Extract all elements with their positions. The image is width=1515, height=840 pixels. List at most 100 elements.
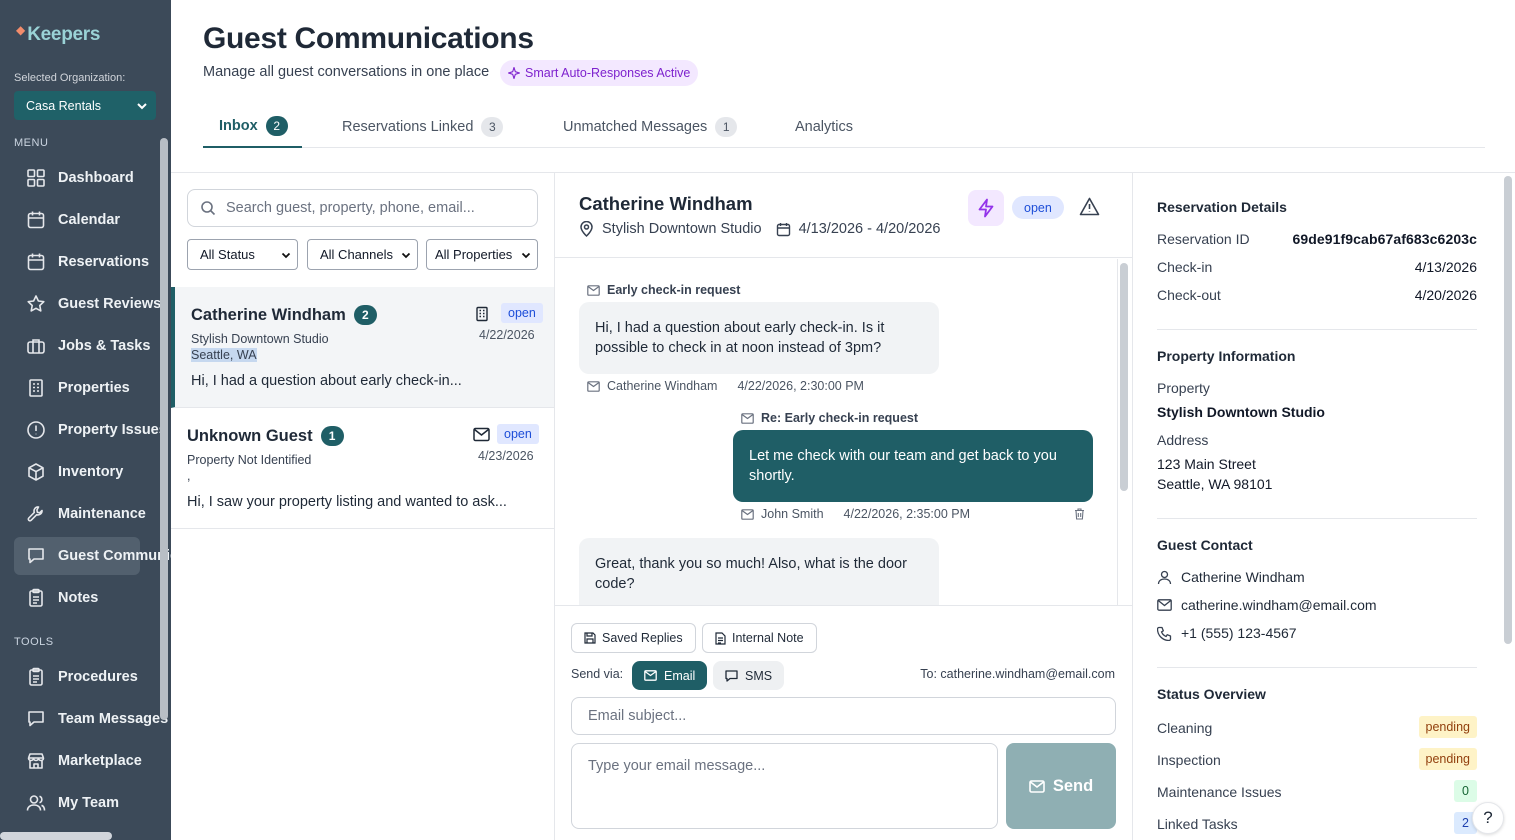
saved-replies-button[interactable]: Saved Replies — [571, 623, 696, 653]
sidebar-item-label: Calendar — [58, 212, 121, 228]
sidebar-item-reservations[interactable]: Reservations — [14, 243, 159, 281]
search-input[interactable] — [226, 200, 526, 216]
tab-count: 3 — [481, 116, 504, 137]
sidebar-item-dashboard[interactable]: Dashboard — [14, 159, 159, 197]
status-overview-title: Status Overview — [1157, 686, 1266, 702]
org-label: Selected Organization: — [14, 72, 126, 84]
message-body-input[interactable] — [571, 743, 998, 829]
contact-phone[interactable]: +1 (555) 123-4567 — [1157, 625, 1297, 641]
sidebar-item-notes[interactable]: Notes — [14, 579, 159, 617]
brand-logo[interactable]: ◆ Keepers — [16, 23, 100, 46]
calendar-icon — [776, 222, 790, 236]
chevron-down-icon — [137, 102, 147, 109]
property-name: Stylish Downtown Studio — [191, 332, 329, 346]
property-value: Stylish Downtown Studio — [1157, 404, 1325, 420]
sidebar-horizontal-scrollbar[interactable] — [0, 832, 112, 840]
sidebar-item-properties[interactable]: Properties — [14, 369, 159, 407]
briefcase-icon — [27, 339, 45, 354]
star-icon — [27, 295, 45, 312]
sidebar-item-marketplace[interactable]: Marketplace — [14, 742, 159, 780]
status-badge[interactable]: open — [1012, 196, 1064, 219]
contact-name: Catherine Windham — [1157, 569, 1305, 585]
channel-filter[interactable]: All Channels — [307, 239, 418, 270]
channel-email-button[interactable]: Email — [632, 661, 708, 690]
property-label: Property — [1157, 380, 1210, 396]
email-subject-input[interactable] — [571, 697, 1116, 735]
guest-name: Unknown Guest — [187, 426, 313, 445]
sidebar-item-label: My Team — [58, 795, 119, 811]
message-thread[interactable]: Early check-in request Hi, I had a quest… — [555, 259, 1132, 606]
sidebar-item-guest-reviews[interactable]: Guest Reviews — [14, 285, 162, 323]
tab-reservations-linked[interactable]: Reservations Linked 3 — [326, 106, 519, 147]
conversation-panel: Catherine Windham Stylish Downtown Studi… — [555, 173, 1133, 840]
checkout-value: 4/20/2026 — [1414, 287, 1477, 303]
tab-analytics[interactable]: Analytics — [779, 106, 869, 147]
thread-scrollbar[interactable] — [1120, 263, 1128, 491]
sidebar-item-guest-communications[interactable]: Guest Communications — [14, 537, 171, 575]
contact-email[interactable]: catherine.windham@email.com — [1157, 597, 1377, 613]
building-icon — [476, 306, 488, 322]
sidebar-item-my-team[interactable]: My Team — [14, 784, 159, 822]
search-box[interactable] — [187, 189, 538, 227]
message-subject-text: Early check-in request — [607, 283, 741, 297]
channel-sms-button[interactable]: SMS — [713, 661, 785, 690]
mail-icon — [473, 427, 490, 442]
auto-response-button[interactable] — [968, 190, 1004, 226]
sidebar-item-label: Properties — [58, 380, 130, 396]
internal-note-button[interactable]: Internal Note — [702, 623, 817, 653]
status-filter[interactable]: All Status — [187, 239, 298, 270]
clipboard-icon — [29, 667, 43, 686]
org-select[interactable]: Casa Rentals — [14, 91, 156, 120]
message-footer: John Smith 4/22/2026, 2:35:00 PM — [741, 507, 970, 521]
sidebar-item-label: Inventory — [58, 464, 124, 480]
message-icon — [28, 548, 44, 564]
conversation-item[interactable]: Catherine Windham 2 Stylish Downtown Stu… — [171, 287, 554, 408]
report-issue-button[interactable] — [1079, 197, 1100, 216]
sidebar: ◆ Keepers Selected Organization: Casa Re… — [0, 0, 171, 840]
tab-count: 2 — [265, 116, 288, 136]
conversation-guest-name: Catherine Windham — [579, 193, 753, 214]
users-icon — [26, 795, 46, 811]
status-label-linked-tasks: Linked Tasks — [1157, 816, 1238, 832]
document-icon — [715, 631, 726, 645]
details-scrollbar[interactable] — [1504, 176, 1512, 644]
conversation-property: Stylish Downtown Studio — [191, 332, 329, 346]
tab-inbox[interactable]: Inbox 2 — [203, 106, 302, 148]
wrench-icon — [27, 506, 43, 522]
sidebar-item-inventory[interactable]: Inventory — [14, 453, 159, 491]
message-sender: John Smith — [761, 507, 824, 521]
mail-icon — [741, 412, 754, 424]
sidebar-item-calendar[interactable]: Calendar — [14, 201, 159, 239]
message-count: 1 — [320, 426, 344, 446]
sidebar-scrollbar[interactable] — [160, 138, 168, 720]
building-icon — [29, 379, 43, 397]
sidebar-item-property-issues[interactable]: Property Issues — [14, 411, 167, 449]
page-title: Guest Communications — [203, 22, 534, 55]
count-badge: 0 — [1454, 780, 1477, 802]
trash-icon[interactable] — [1074, 508, 1085, 520]
tab-unmatched-messages[interactable]: Unmatched Messages 1 — [547, 106, 753, 147]
conversation-guest-name: Catherine Windham 2 — [191, 305, 377, 325]
help-button[interactable]: ? — [1472, 802, 1504, 834]
property-filter[interactable]: All Properties — [426, 239, 538, 270]
sidebar-item-jobs-tasks[interactable]: Jobs & Tasks — [14, 327, 159, 365]
mail-icon — [587, 380, 600, 392]
sidebar-item-maintenance[interactable]: Maintenance — [14, 495, 159, 533]
tab-label: Reservations Linked — [342, 118, 474, 135]
sidebar-item-team-messages[interactable]: Team Messages — [14, 700, 168, 738]
section-divider — [1157, 329, 1477, 330]
sidebar-item-procedures[interactable]: Procedures — [14, 658, 159, 696]
guest-name: Catherine Windham — [191, 305, 346, 324]
mail-icon — [1029, 779, 1045, 793]
sidebar-item-label: Reservations — [58, 254, 150, 270]
sidebar-item-label: Guest Reviews — [58, 296, 162, 312]
conversation-item[interactable]: Unknown Guest 1 Property Not Identified … — [171, 408, 554, 529]
filter-value: All Channels — [320, 247, 393, 262]
tools-section-label: TOOLS — [14, 636, 54, 648]
smart-responses-badge: Smart Auto-Responses Active — [500, 60, 699, 86]
message-icon — [28, 711, 44, 727]
section-divider — [1157, 667, 1477, 668]
status-badge: pending — [1418, 748, 1477, 770]
sidebar-item-label: Maintenance — [58, 506, 146, 522]
send-button[interactable]: Send — [1006, 743, 1116, 829]
